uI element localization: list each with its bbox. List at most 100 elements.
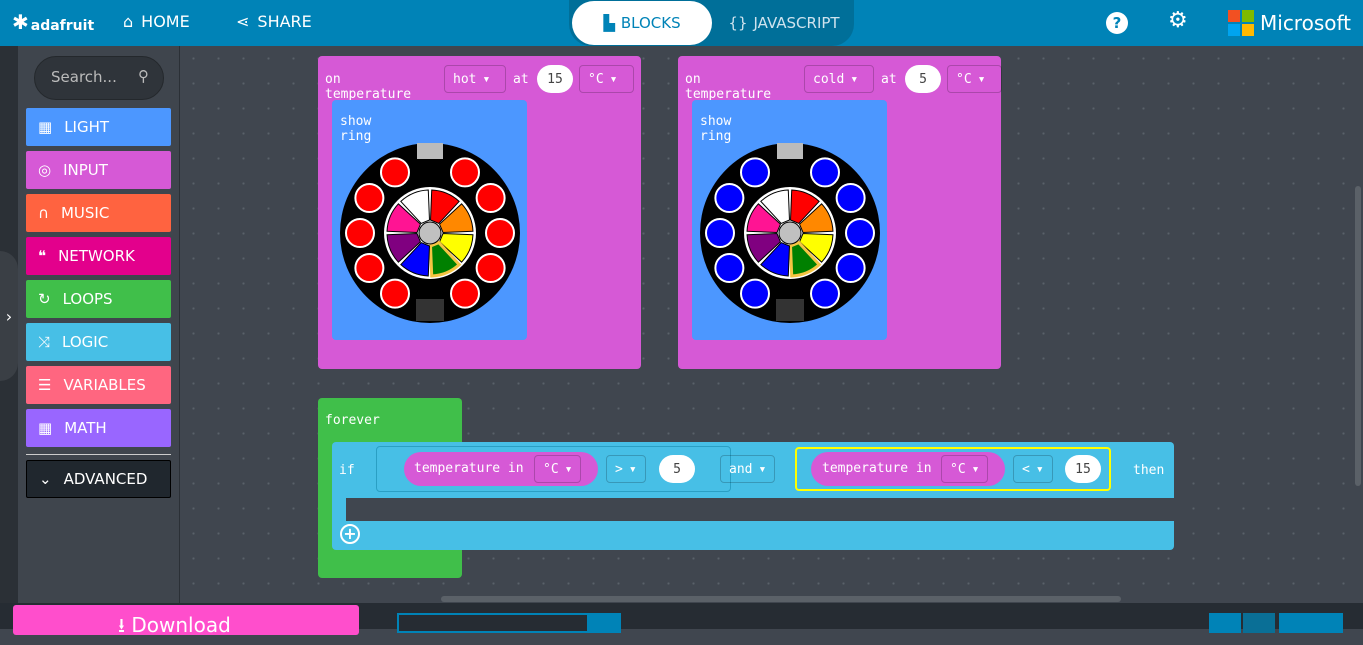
condition-dropdown[interactable]: hot ▾ bbox=[444, 65, 506, 93]
headphones-icon: ∩ bbox=[38, 204, 49, 222]
editor-toggle: ▙ BLOCKS {} JAVASCRIPT bbox=[569, 0, 854, 46]
share-button[interactable]: ⋖ SHARE bbox=[236, 12, 312, 31]
led-pixel[interactable] bbox=[714, 253, 745, 283]
category-loops[interactable]: ↻ LOOPS bbox=[26, 280, 171, 318]
category-input[interactable]: ◎ INPUT bbox=[26, 151, 171, 189]
led-pixel[interactable] bbox=[740, 278, 770, 309]
led-pixel[interactable] bbox=[450, 278, 480, 309]
caret-icon: ▾ bbox=[1035, 461, 1044, 477]
number-input[interactable]: 15 bbox=[1065, 455, 1101, 483]
tab-blocks[interactable]: ▙ BLOCKS bbox=[572, 1, 712, 45]
puzzle-icon: ▙ bbox=[603, 14, 615, 32]
chat-icon: ❝ bbox=[38, 247, 47, 265]
divider bbox=[26, 454, 171, 455]
led-pixel[interactable] bbox=[450, 157, 480, 188]
led-pixel[interactable] bbox=[705, 218, 735, 248]
search-icon: ⚲ bbox=[138, 67, 149, 85]
save-icon[interactable] bbox=[589, 613, 621, 633]
and-dropdown[interactable]: and ▾ bbox=[720, 455, 776, 483]
shuffle-icon: ⤨ bbox=[38, 333, 51, 351]
target-icon: ◎ bbox=[38, 161, 52, 179]
ring-editor[interactable] bbox=[699, 142, 881, 324]
footer: ⭳ Download bbox=[0, 603, 1363, 637]
chevron-down-icon: ⌄ bbox=[39, 470, 52, 488]
category-variables[interactable]: ☰ VARIABLES bbox=[26, 366, 171, 404]
unit-dropdown[interactable]: °C ▾ bbox=[947, 65, 1002, 93]
condition-dropdown[interactable]: cold ▾ bbox=[804, 65, 874, 93]
adafruit-logo[interactable]: ✱ adafruit bbox=[12, 10, 94, 34]
header: ✱ adafruit ⌂ HOME ⋖ SHARE ▙ BLOCKS {} JAVASCR… bbox=[0, 0, 1363, 46]
workspace[interactable]: on temperature hot ▾ at 15 °C ▾ show ring … bbox=[181, 46, 1363, 603]
zoom-out-icon[interactable] bbox=[1279, 613, 1311, 633]
project-name-input[interactable] bbox=[397, 613, 589, 633]
number-input[interactable]: 5 bbox=[905, 65, 941, 93]
off-swatch[interactable] bbox=[418, 221, 442, 245]
braces-icon: {} bbox=[728, 14, 748, 32]
led-pixel[interactable] bbox=[845, 218, 875, 248]
led-pixel[interactable] bbox=[380, 157, 410, 188]
caret-icon: ▾ bbox=[758, 461, 767, 477]
usb-connector bbox=[777, 143, 803, 159]
category-math[interactable]: ▦ MATH bbox=[26, 409, 171, 447]
help-icon[interactable]: ? bbox=[1106, 12, 1128, 34]
category-network[interactable]: ❝ NETWORK bbox=[26, 237, 171, 275]
if-block[interactable]: if then temperature in °C ▾ > ▾ 5 and ▾ tem… bbox=[332, 442, 1174, 550]
add-else-icon[interactable]: + bbox=[340, 524, 360, 544]
led-pixel[interactable] bbox=[810, 278, 840, 309]
home-icon: ⌂ bbox=[123, 12, 134, 31]
unit-dropdown[interactable]: °C ▾ bbox=[941, 455, 989, 483]
battery-connector bbox=[776, 299, 804, 321]
led-pixel[interactable] bbox=[475, 253, 506, 283]
number-input[interactable]: 15 bbox=[537, 65, 573, 93]
microsoft-logo[interactable]: Microsoft bbox=[1228, 10, 1351, 36]
category-light[interactable]: ▦ LIGHT bbox=[26, 108, 171, 146]
led-pixel[interactable] bbox=[354, 253, 385, 283]
led-pixel[interactable] bbox=[380, 278, 410, 309]
caret-icon: ▾ bbox=[977, 71, 986, 87]
zoom-in-icon[interactable] bbox=[1311, 613, 1343, 633]
grid-icon: ▦ bbox=[38, 118, 53, 136]
tab-javascript[interactable]: {} JAVASCRIPT bbox=[719, 1, 849, 45]
vertical-scrollbar[interactable] bbox=[1355, 186, 1361, 486]
sidebar-strip: › bbox=[0, 46, 18, 603]
unit-dropdown[interactable]: °C ▾ bbox=[579, 65, 634, 93]
ring-editor[interactable] bbox=[339, 142, 521, 324]
operator-dropdown[interactable]: > ▾ bbox=[606, 455, 646, 483]
loop-icon: ↻ bbox=[38, 290, 51, 308]
led-pixel[interactable] bbox=[354, 183, 385, 213]
gear-icon[interactable]: ⚙ bbox=[1168, 8, 1188, 33]
unit-dropdown[interactable]: °C ▾ bbox=[534, 455, 582, 483]
download-button[interactable]: ⭳ Download bbox=[13, 605, 359, 637]
led-pixel[interactable] bbox=[345, 218, 375, 248]
forever-label: forever bbox=[325, 413, 380, 428]
chevron-right-icon[interactable]: › bbox=[0, 251, 18, 381]
download-icon: ⭳ bbox=[118, 613, 132, 637]
undo-icon[interactable] bbox=[1209, 613, 1241, 633]
led-pixel[interactable] bbox=[740, 157, 770, 188]
calculator-icon: ▦ bbox=[38, 419, 53, 437]
off-swatch[interactable] bbox=[778, 221, 802, 245]
category-music[interactable]: ∩ MUSIC bbox=[26, 194, 171, 232]
led-pixel[interactable] bbox=[714, 183, 745, 213]
category-logic[interactable]: ⤨ LOGIC bbox=[26, 323, 171, 361]
caret-icon: ▾ bbox=[609, 71, 618, 87]
usb-connector bbox=[417, 143, 443, 159]
home-button[interactable]: ⌂ HOME bbox=[123, 12, 190, 31]
caret-icon: ▾ bbox=[850, 71, 859, 87]
led-pixel[interactable] bbox=[835, 183, 866, 213]
search-input[interactable]: Search... ⚲ bbox=[34, 56, 164, 100]
star-icon: ✱ bbox=[12, 10, 29, 34]
share-icon: ⋖ bbox=[236, 12, 250, 31]
led-pixel[interactable] bbox=[475, 183, 506, 213]
operator-dropdown[interactable]: < ▾ bbox=[1013, 455, 1053, 483]
horizontal-scrollbar[interactable] bbox=[441, 596, 1121, 602]
caret-icon: ▾ bbox=[971, 461, 980, 477]
led-pixel[interactable] bbox=[485, 218, 515, 248]
toolbox: Search... ⚲ ▦ LIGHT ◎ INPUT ∩ MUSIC ❝ NETWORK ↻ LO… bbox=[18, 46, 180, 603]
number-input[interactable]: 5 bbox=[659, 455, 695, 483]
led-pixel[interactable] bbox=[835, 253, 866, 283]
category-advanced[interactable]: ⌄ ADVANCED bbox=[26, 460, 171, 498]
redo-icon[interactable] bbox=[1243, 613, 1275, 633]
caret-icon: ▾ bbox=[564, 461, 573, 477]
led-pixel[interactable] bbox=[810, 157, 840, 188]
